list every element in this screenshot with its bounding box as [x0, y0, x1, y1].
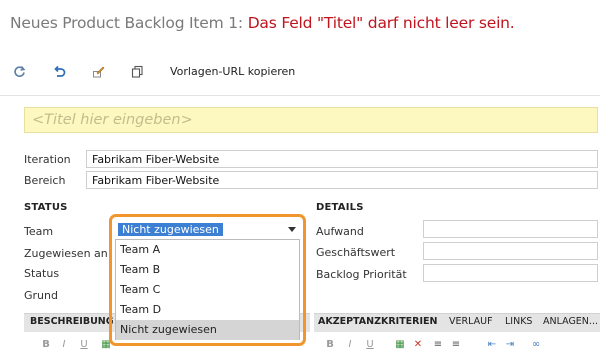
tab-acceptance-criteria[interactable]: AKZEPTANZKRITERIEN	[318, 316, 437, 327]
team-option[interactable]: Team D	[116, 300, 299, 320]
status-heading: STATUS	[24, 202, 68, 213]
tab-description[interactable]: BESCHREIBUNG	[30, 316, 114, 327]
area-label: Bereich	[24, 174, 66, 187]
edit-icon[interactable]	[91, 64, 105, 78]
bold-button[interactable]: B	[324, 338, 336, 350]
work-item-title: Neues Product Backlog Item 1:	[10, 14, 243, 32]
underline-button[interactable]: U	[78, 338, 90, 350]
decrease-indent-icon[interactable]: ⇤	[486, 338, 498, 350]
copy-template-url-button[interactable]: Vorlagen-URL kopieren	[170, 65, 295, 78]
chevron-down-icon[interactable]	[288, 227, 296, 232]
italic-button[interactable]: I	[58, 338, 70, 350]
team-selected-value: Nicht zugewiesen	[118, 223, 223, 236]
refresh-icon[interactable]	[12, 64, 26, 78]
team-option[interactable]: Team C	[116, 280, 299, 300]
link-icon[interactable]: ∞	[530, 338, 542, 350]
bold-button[interactable]: B	[40, 338, 52, 350]
assigned-to-label: Zugewiesen an	[24, 247, 108, 260]
validation-error: Das Feld "Titel" darf nicht leer sein.	[247, 14, 515, 32]
team-dropdown-list: Team A Team B Team C Team D Nicht zugewi…	[115, 239, 300, 340]
team-option[interactable]: Nicht zugewiesen	[116, 320, 299, 340]
tab-links[interactable]: LINKS	[505, 316, 532, 327]
bullet-list-icon[interactable]: ≡	[432, 338, 444, 350]
tab-history[interactable]: VERLAUF	[449, 316, 493, 327]
remove-format-icon[interactable]: ✕	[412, 338, 424, 350]
team-option[interactable]: Team A	[116, 240, 299, 260]
insert-image-icon[interactable]: ▦	[100, 338, 112, 350]
backlog-priority-label: Backlog Priorität	[316, 268, 407, 281]
title-input[interactable]	[24, 107, 598, 133]
underline-button[interactable]: U	[364, 338, 376, 350]
tab-attachments[interactable]: ANLAGEN...	[543, 316, 598, 327]
area-field[interactable]	[86, 171, 598, 189]
copy-icon[interactable]	[130, 64, 144, 78]
italic-button[interactable]: I	[344, 338, 356, 350]
effort-field[interactable]	[423, 220, 598, 238]
page-title: Neues Product Backlog Item 1: Das Feld "…	[10, 14, 515, 32]
business-value-label: Geschäftswert	[316, 246, 396, 259]
numbered-list-icon[interactable]: ≡	[450, 338, 462, 350]
undo-icon[interactable]	[52, 64, 66, 78]
increase-indent-icon[interactable]: ⇥	[504, 338, 516, 350]
team-dropdown[interactable]: Nicht zugewiesen	[115, 221, 300, 239]
effort-label: Aufwand	[316, 225, 364, 238]
iteration-field[interactable]	[86, 150, 598, 168]
team-label: Team	[24, 225, 54, 238]
reason-label: Grund	[24, 289, 58, 302]
details-heading: DETAILS	[316, 202, 364, 213]
backlog-priority-field[interactable]	[423, 264, 598, 282]
toolbar-divider	[0, 95, 600, 96]
iteration-label: Iteration	[24, 153, 71, 166]
state-label: Status	[24, 267, 60, 280]
business-value-field[interactable]	[423, 242, 598, 260]
team-option[interactable]: Team B	[116, 260, 299, 280]
insert-image-icon[interactable]: ▦	[394, 338, 406, 350]
